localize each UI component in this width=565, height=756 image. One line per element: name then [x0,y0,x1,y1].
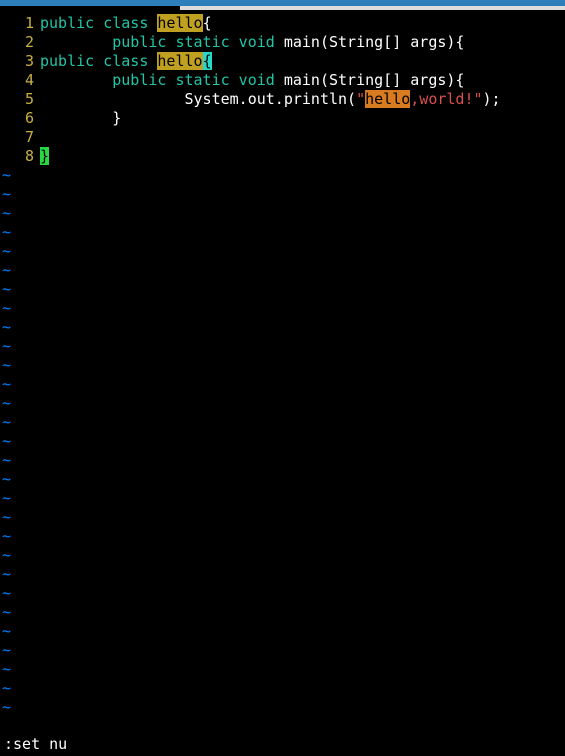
code-line[interactable]: 8} [0,147,565,166]
code-line[interactable]: 6 } [0,109,565,128]
empty-line-tilde: ~ [0,584,565,603]
code-content[interactable]: public class hello{ [40,52,212,71]
empty-line-tilde: ~ [0,166,565,185]
code-line[interactable]: 5 System.out.println("hello,world!"); [0,90,565,109]
token-plain: main(String[] args){ [284,71,465,89]
empty-line-tilde: ~ [0,204,565,223]
code-content[interactable]: public static void main(String[] args){ [40,33,464,52]
token-kw-type: public class [40,14,157,32]
token-hl-word-orange: hello [365,90,410,108]
code-line[interactable]: 3public class hello{ [0,52,565,71]
token-hl-word: hello [157,14,202,32]
token-kw-type: public static void [112,33,284,51]
line-number: 7 [0,128,40,147]
token-string: " [356,90,365,108]
token-plain: main(String[] args){ [284,33,465,51]
line-number: 6 [0,109,40,128]
empty-line-tilde: ~ [0,660,565,679]
token-plain [40,71,112,89]
token-green-block: } [40,147,49,165]
empty-line-tilde: ~ [0,622,565,641]
empty-line-tilde: ~ [0,546,565,565]
code-content[interactable]: public class hello{ [40,14,212,33]
empty-line-tilde: ~ [0,394,565,413]
code-content[interactable]: System.out.println("hello,world!"); [40,90,501,109]
empty-line-tilde: ~ [0,223,565,242]
token-plain: { [203,14,212,32]
empty-line-tilde: ~ [0,318,565,337]
token-plain: ); [483,90,501,108]
line-number: 1 [0,14,40,33]
code-line[interactable]: 7 [0,128,565,147]
empty-line-tilde: ~ [0,432,565,451]
empty-line-tilde: ~ [0,679,565,698]
empty-line-tilde: ~ [0,413,565,432]
token-kw-type: public class [40,52,157,70]
empty-line-tilde: ~ [0,565,565,584]
line-number: 4 [0,71,40,90]
empty-line-tilde: ~ [0,299,565,318]
token-plain [40,33,112,51]
empty-line-tilde: ~ [0,470,565,489]
empty-line-tilde: ~ [0,375,565,394]
vim-command-line[interactable]: :set nu [0,735,565,756]
code-content[interactable]: } [40,109,121,128]
empty-line-tilde: ~ [0,641,565,660]
code-content[interactable]: public static void main(String[] args){ [40,71,464,90]
empty-line-tilde: ~ [0,337,565,356]
line-number: 8 [0,147,40,166]
code-line[interactable]: 2 public static void main(String[] args)… [0,33,565,52]
empty-line-tilde: ~ [0,261,565,280]
token-plain: } [40,109,121,127]
empty-line-tilde: ~ [0,242,565,261]
empty-line-tilde: ~ [0,489,565,508]
empty-line-tilde: ~ [0,698,565,717]
token-cursor-block: { [203,52,212,70]
token-plain: System.out.println( [40,90,356,108]
empty-line-tilde: ~ [0,280,565,299]
code-line[interactable]: 4 public static void main(String[] args)… [0,71,565,90]
code-line[interactable]: 1public class hello{ [0,14,565,33]
line-number: 2 [0,33,40,52]
empty-line-tilde: ~ [0,451,565,470]
empty-line-tilde: ~ [0,508,565,527]
empty-line-tilde: ~ [0,356,565,375]
token-kw-type: public static void [112,71,284,89]
empty-line-tilde: ~ [0,527,565,546]
token-string: ,world!" [410,90,482,108]
empty-line-tilde: ~ [0,603,565,622]
line-number: 3 [0,52,40,71]
empty-line-tilde: ~ [0,185,565,204]
line-number: 5 [0,90,40,109]
vim-editor[interactable]: 1public class hello{2 public static void… [0,10,565,717]
code-content[interactable]: } [40,147,49,166]
token-hl-word: hello [157,52,202,70]
